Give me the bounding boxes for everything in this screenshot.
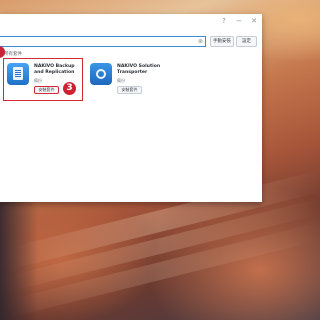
section-label: 所有套件 xyxy=(4,52,22,57)
package-name[interactable]: NAKIVO Backup and Replication xyxy=(34,64,80,76)
clear-search-icon[interactable]: ⊗ xyxy=(198,38,203,46)
package-center-window: ? − ✕ ⊗ 手動安裝 設定 所有套件 xyxy=(0,14,262,202)
step-marker-3: 3 xyxy=(63,82,76,95)
close-icon[interactable]: ✕ xyxy=(249,16,259,26)
window-titlebar: ? − ✕ xyxy=(0,14,262,30)
package-category: 備份 xyxy=(117,78,125,83)
search-input[interactable]: ⊗ xyxy=(0,36,206,47)
manual-install-button[interactable]: 手動安裝 xyxy=(210,36,234,47)
minimize-icon[interactable]: − xyxy=(234,16,244,26)
settings-button[interactable]: 設定 xyxy=(236,36,257,47)
install-package-button[interactable]: 安裝套件 xyxy=(34,86,59,94)
package-category: 備份 xyxy=(34,78,42,83)
document-list-icon[interactable] xyxy=(7,63,29,85)
help-icon[interactable]: ? xyxy=(219,16,229,26)
install-package-button[interactable]: 安裝套件 xyxy=(117,86,142,94)
wallpaper-shadow xyxy=(0,200,38,320)
gear-icon[interactable] xyxy=(90,63,112,85)
package-name[interactable]: NAKIVO Solution Transporter xyxy=(117,64,169,76)
